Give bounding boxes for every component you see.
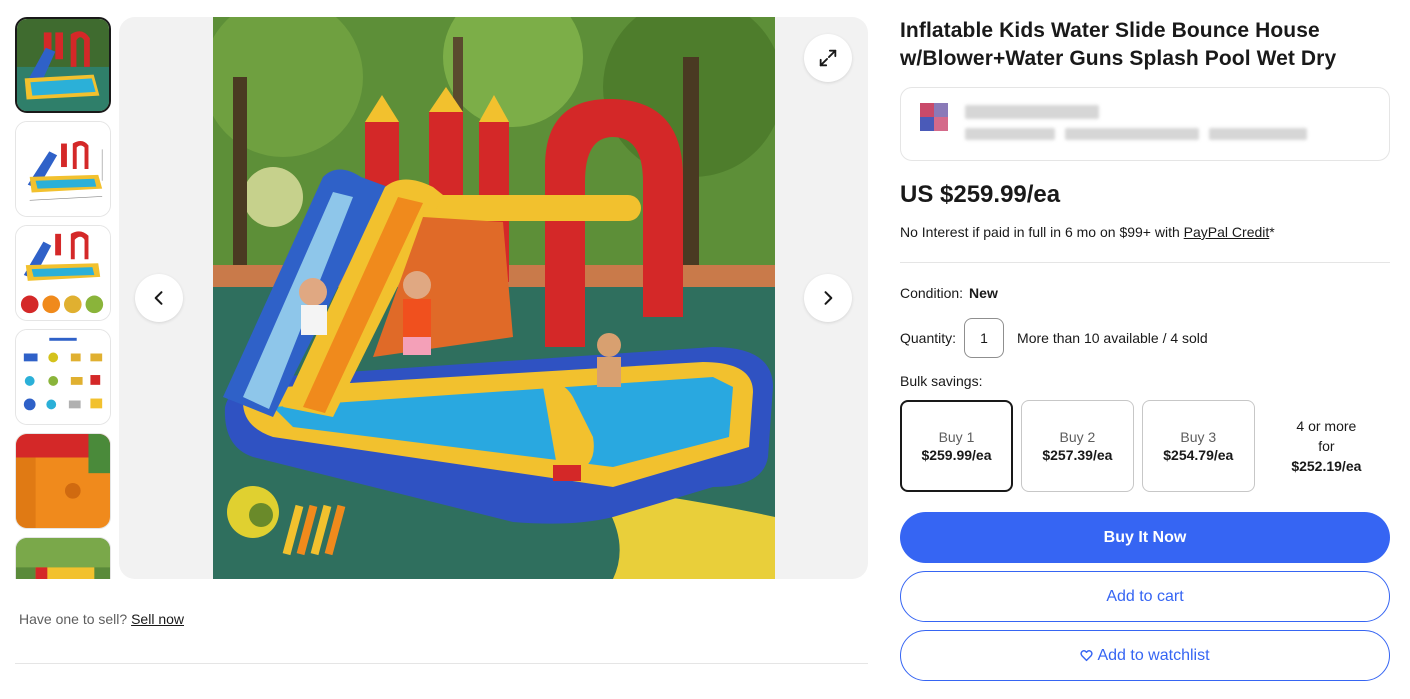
bulk-option-4-or-more[interactable]: 4 or more for $252.19/ea bbox=[1263, 400, 1390, 492]
product-accessories-thumbnail-icon bbox=[16, 226, 110, 320]
bulk-option-qty: Buy 1 bbox=[938, 429, 975, 445]
watchlist-label: Add to watchlist bbox=[1097, 646, 1210, 664]
bulk-option-buy-2[interactable]: Buy 2 $257.39/ea bbox=[1020, 400, 1134, 492]
bulk-option-qty: Buy 2 bbox=[1059, 429, 1096, 445]
financing-suffix: * bbox=[1269, 224, 1275, 240]
seller-info-redacted bbox=[1065, 128, 1199, 140]
inflatable-water-slide-photo-icon bbox=[213, 17, 775, 579]
sell-prompt-text: Have one to sell? bbox=[19, 611, 128, 627]
bulk-option-buy-1[interactable]: Buy 1 $259.99/ea bbox=[900, 400, 1013, 492]
expand-button[interactable] bbox=[804, 34, 852, 82]
bulk-option-buy-3[interactable]: Buy 3 $254.79/ea bbox=[1141, 400, 1255, 492]
seller-name-redacted bbox=[965, 105, 1099, 119]
divider bbox=[900, 262, 1390, 263]
availability-text: More than 10 available / 4 sold bbox=[1017, 330, 1208, 346]
expand-icon bbox=[819, 49, 837, 67]
main-image-viewer bbox=[119, 17, 868, 579]
product-dimensions-thumbnail-icon bbox=[16, 122, 110, 216]
parts-list-thumbnail-icon bbox=[16, 330, 110, 424]
detail-closeup-thumbnail-icon bbox=[16, 434, 110, 528]
item-price: US $259.99/ea bbox=[900, 181, 1061, 208]
bulk-option-line: 4 or more bbox=[1296, 418, 1357, 434]
chevron-right-icon bbox=[824, 291, 833, 305]
thumbnail-strip bbox=[15, 17, 111, 579]
seller-avatar-icon bbox=[920, 103, 948, 131]
bulk-savings-options: Buy 1 $259.99/ea Buy 2 $257.39/ea Buy 3 … bbox=[900, 400, 1390, 492]
seller-info-redacted bbox=[1209, 128, 1307, 140]
thumbnail-6[interactable] bbox=[15, 537, 111, 579]
quantity-label: Quantity: bbox=[900, 330, 957, 346]
add-to-cart-button[interactable]: Add to cart bbox=[900, 571, 1390, 622]
outdoor-photo-thumbnail-icon bbox=[16, 538, 110, 579]
main-image[interactable] bbox=[213, 17, 775, 579]
condition-label: Condition: bbox=[900, 285, 964, 301]
bulk-option-price: $254.79/ea bbox=[1163, 447, 1234, 463]
thumbnail-2[interactable] bbox=[15, 121, 111, 217]
chevron-left-icon bbox=[154, 291, 163, 305]
bulk-option-price: $252.19/ea bbox=[1291, 458, 1362, 474]
heart-icon bbox=[1080, 649, 1094, 662]
seller-info-redacted bbox=[965, 128, 1055, 140]
financing-note: No Interest if paid in full in 6 mo on $… bbox=[900, 224, 1390, 240]
condition-row: Condition: New bbox=[900, 285, 1390, 301]
add-to-watchlist-button[interactable]: Add to watchlist bbox=[900, 630, 1390, 681]
bulk-option-price: $257.39/ea bbox=[1042, 447, 1113, 463]
quantity-row: Quantity: 1 More than 10 available / 4 s… bbox=[900, 318, 1390, 358]
seller-card[interactable] bbox=[900, 87, 1390, 161]
financing-text: No Interest if paid in full in 6 mo on $… bbox=[900, 224, 1184, 240]
thumbnail-1[interactable] bbox=[15, 17, 111, 113]
previous-image-button[interactable] bbox=[135, 274, 183, 322]
next-image-button[interactable] bbox=[804, 274, 852, 322]
listing-details: Inflatable Kids Water Slide Bounce House… bbox=[900, 17, 1390, 681]
sell-prompt: Have one to sell? Sell now bbox=[19, 611, 184, 627]
buy-it-now-button[interactable]: Buy It Now bbox=[900, 512, 1390, 563]
product-photo-thumbnail-icon bbox=[17, 19, 109, 111]
bulk-option-qty: Buy 3 bbox=[1180, 429, 1217, 445]
bulk-savings-label: Bulk savings: bbox=[900, 373, 983, 389]
thumbnail-4[interactable] bbox=[15, 329, 111, 425]
condition-value: New bbox=[969, 285, 998, 301]
bulk-option-price: $259.99/ea bbox=[921, 447, 992, 463]
paypal-credit-link[interactable]: PayPal Credit bbox=[1184, 224, 1270, 240]
quantity-input[interactable]: 1 bbox=[964, 318, 1005, 358]
listing-title: Inflatable Kids Water Slide Bounce House… bbox=[900, 19, 1337, 70]
thumbnail-5[interactable] bbox=[15, 433, 111, 529]
thumbnail-3[interactable] bbox=[15, 225, 111, 321]
sell-now-link[interactable]: Sell now bbox=[131, 611, 184, 627]
divider bbox=[15, 663, 868, 664]
bulk-option-line: for bbox=[1318, 438, 1335, 454]
